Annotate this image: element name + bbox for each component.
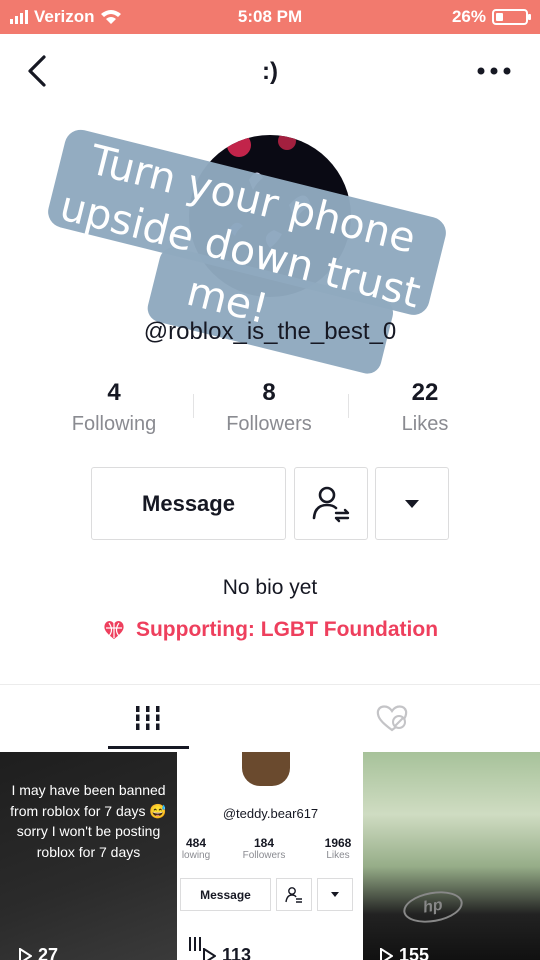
video-thumbnail[interactable]: I may have been banned from roblox for 7… [0,752,177,960]
view-count-value: 155 [399,945,430,960]
view-count: 155 [379,945,429,960]
caret-down-icon [405,499,419,508]
follow-back-button[interactable] [294,467,368,540]
globe-heart-icon [104,621,124,639]
mini-username: @teddy.bear617 [222,806,319,821]
more-options-icon[interactable] [476,64,512,78]
top-nav: :) [0,34,540,108]
battery-icon [492,9,531,25]
mini-follow-button [276,878,312,911]
play-icon [203,947,216,960]
bear-avatar [242,752,290,786]
grid-icon [135,706,161,730]
stat-followers[interactable]: 8 Followers [189,378,349,440]
view-count-value: 27 [38,945,59,960]
message-button[interactable]: Message [91,467,286,540]
mini-stat-label: Followers [242,850,286,861]
mini-stat-label: lowing [181,850,211,861]
video-thumbnail[interactable]: @teddy.bear617 484 lowing 184 Followers … [180,752,361,960]
profile-stats: 4 Following 8 Followers 22 Likes [0,378,540,438]
user-follow-icon [312,486,350,522]
video-grid: I may have been banned from roblox for 7… [0,752,540,960]
tab-videos[interactable] [13,685,283,751]
hidden-heart-icon [376,705,408,732]
stat-following[interactable]: 4 Following [34,378,194,440]
following-count: 4 [107,379,121,406]
mini-stat-num: 184 [253,836,275,850]
following-label: Following [71,413,157,435]
mini-stat-num: 484 [185,836,207,850]
mini-stat-label: Likes [326,850,350,861]
mini-dropdown-button [317,878,353,911]
mini-caret-icon [331,892,339,897]
stat-likes[interactable]: 22 Likes [345,378,505,440]
mini-grid-icon [189,937,201,951]
video-caption: I may have been banned from roblox for 7… [10,782,167,860]
play-icon [380,947,393,960]
mini-message-button: Message [180,878,271,911]
followers-label: Followers [226,413,312,435]
view-count-value: 113 [222,945,252,960]
supporting-label: Supporting: LGBT Foundation [135,618,439,641]
bio-text: No bio yet [222,576,318,599]
username: @roblox_is_the_best_0 [143,318,397,345]
play-icon [19,947,32,960]
mini-stat-num: 1968 [324,836,352,850]
status-bar: Verizon 5:08 PM 26% [0,0,540,34]
video-thumbnail[interactable]: hp 155 [363,752,540,960]
mini-stat: 184 Followers [234,836,294,861]
supporting-link[interactable]: Supporting: LGBT Foundation [0,618,540,642]
mini-stats: 484 lowing 184 Followers 1968 Likes [180,836,361,876]
battery-percent: 26% [451,7,486,26]
likes-label: Likes [401,413,449,435]
page-title: :) [262,58,278,85]
likes-count: 22 [411,379,439,406]
battery-group: 26% [451,7,531,27]
active-tab-indicator [108,746,189,749]
view-count: 27 [18,945,58,960]
mini-stat: 1968 Likes [308,836,361,861]
mini-user-icon [285,886,302,903]
tab-liked[interactable] [257,685,527,751]
content-tabs [0,685,540,751]
hp-logo: hp [400,887,466,927]
suggested-accounts-dropdown[interactable] [375,467,449,540]
mini-stat: 484 lowing [180,836,226,861]
followers-count: 8 [262,379,276,406]
view-count: 113 [202,945,251,960]
